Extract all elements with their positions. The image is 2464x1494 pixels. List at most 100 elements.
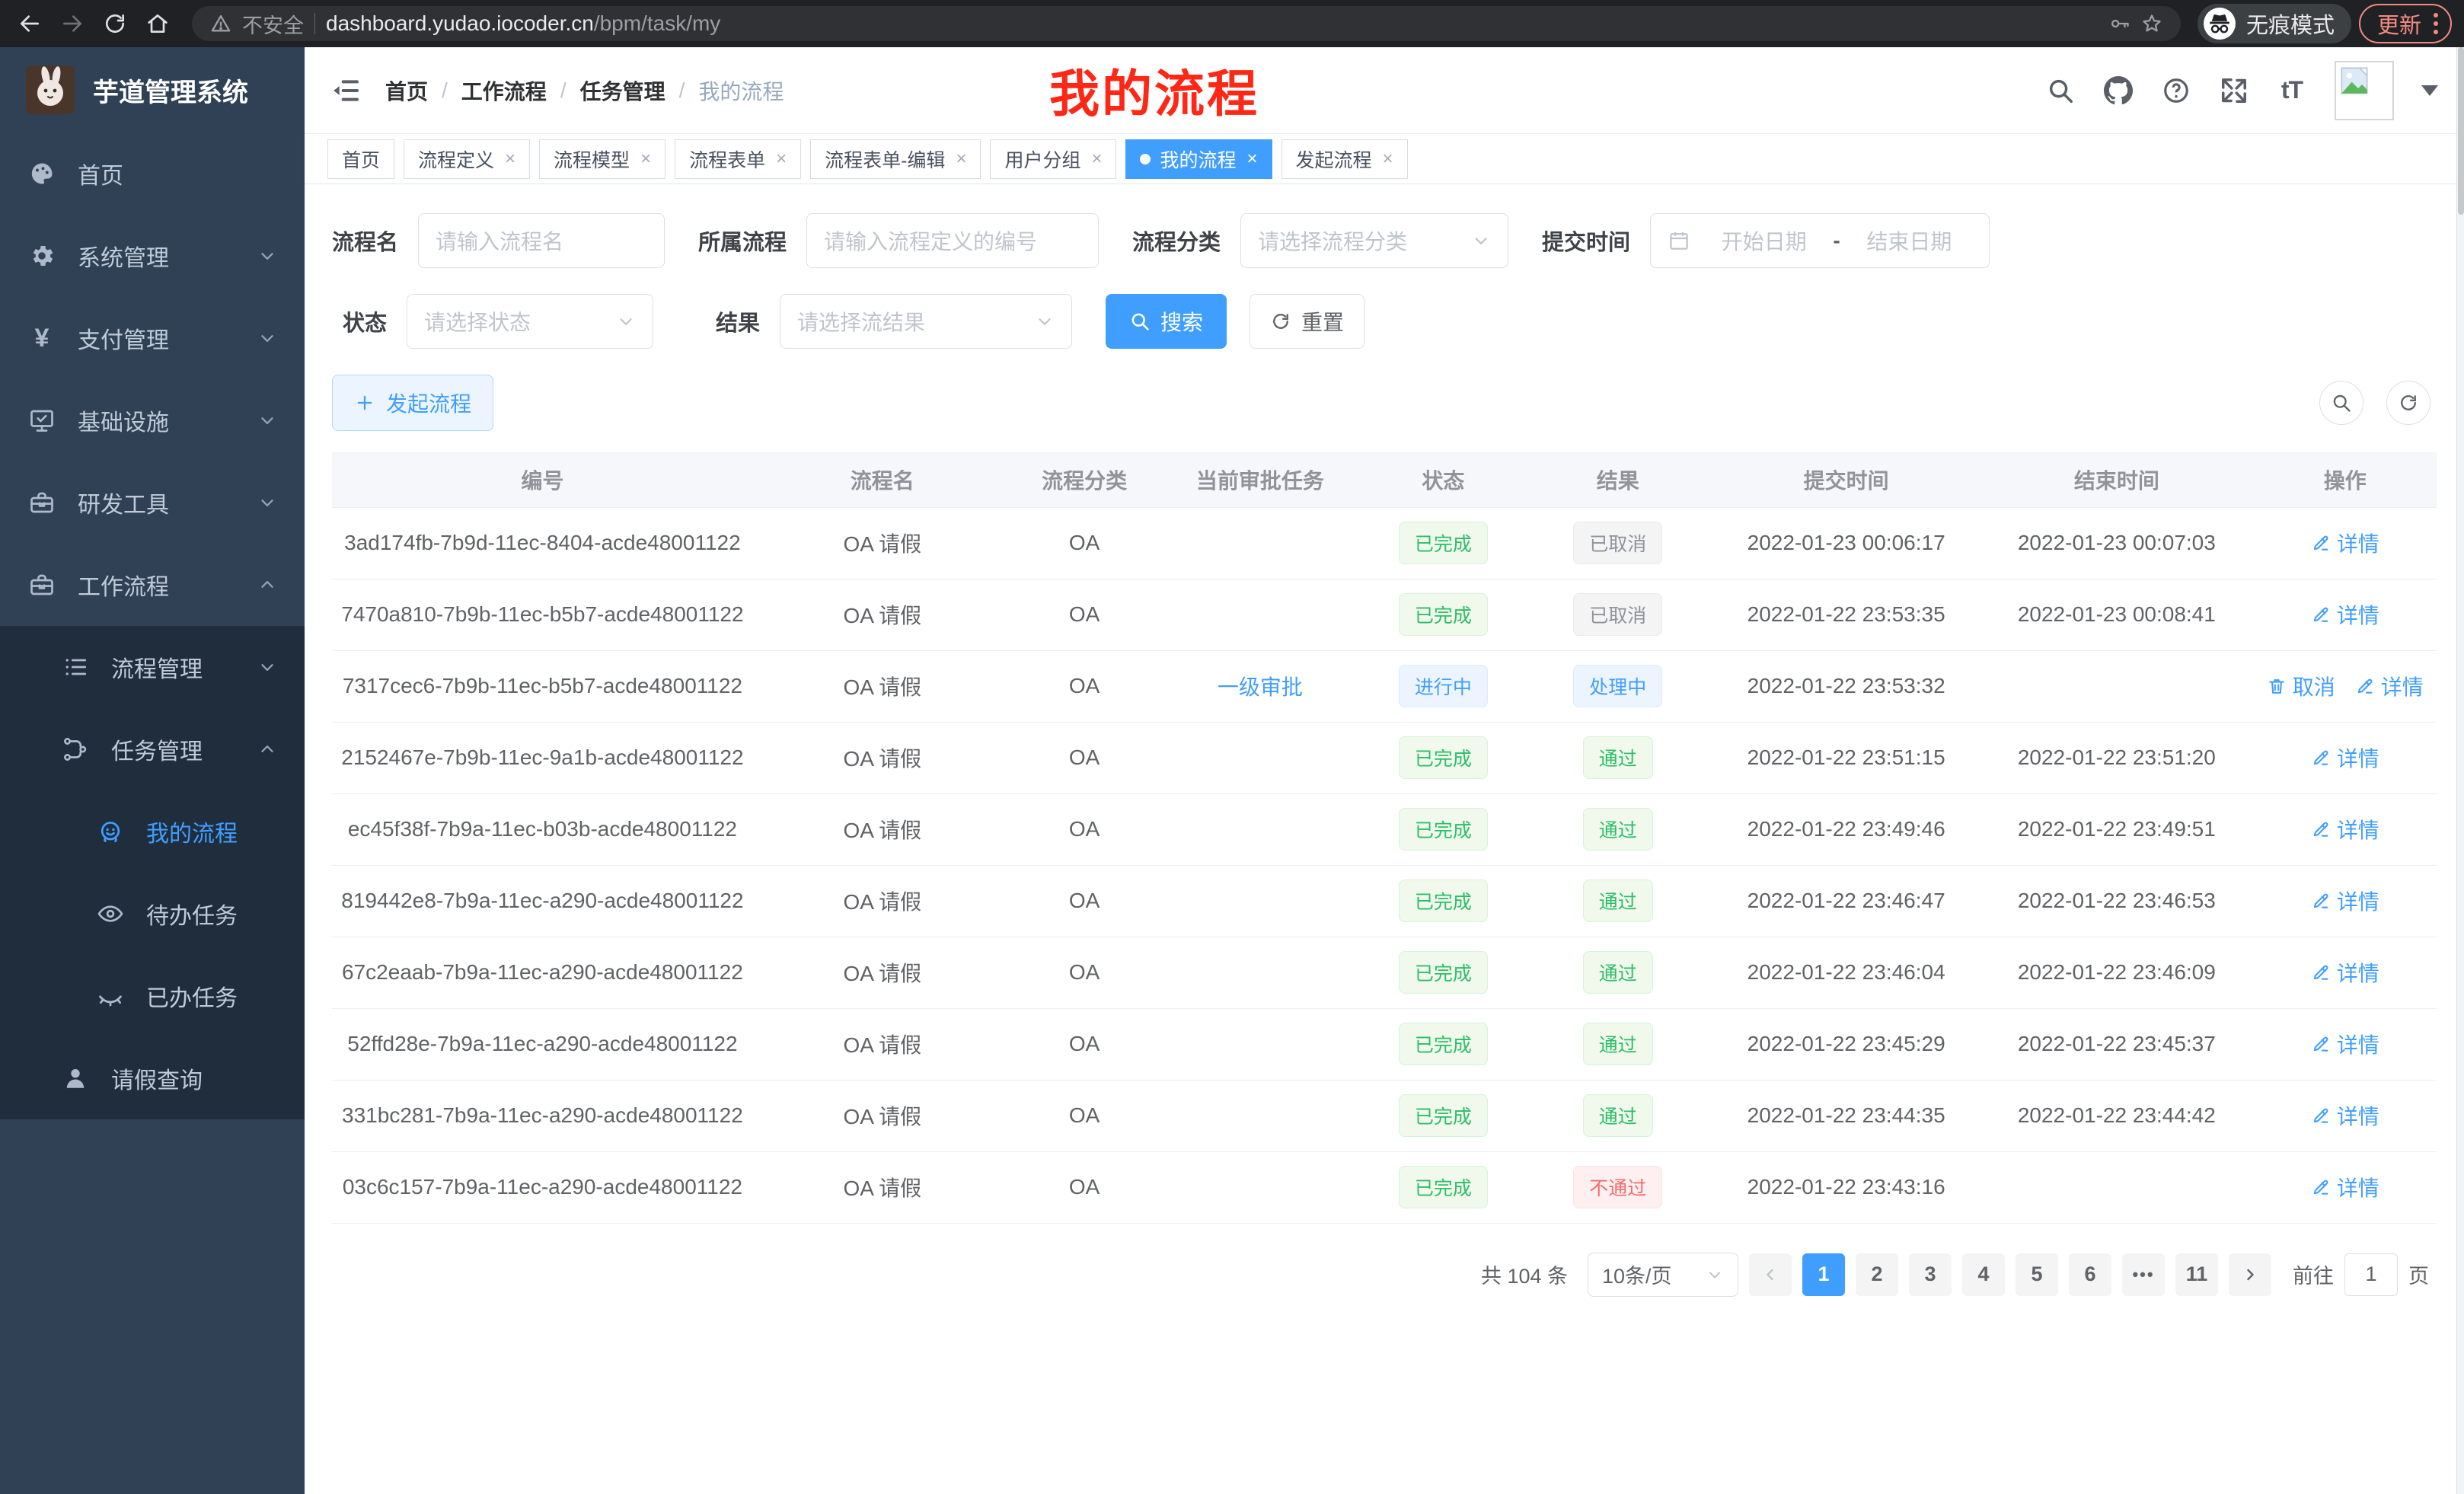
cell-task xyxy=(1157,865,1363,937)
page-button-1[interactable]: 1 xyxy=(1802,1253,1845,1296)
detail-link[interactable]: 详情 xyxy=(2311,599,2379,630)
fullscreen-icon[interactable] xyxy=(2219,75,2249,106)
sidebar-item-payment[interactable]: ¥支付管理 xyxy=(0,297,305,379)
sidebar-item-process-mgmt[interactable]: 流程管理 xyxy=(0,626,305,708)
tab-process-def[interactable]: 流程定义× xyxy=(404,139,530,179)
breadcrumb-item[interactable]: 首页 xyxy=(385,75,428,106)
refresh-table-button[interactable] xyxy=(2386,381,2430,425)
detail-link[interactable]: 详情 xyxy=(2311,1029,2379,1059)
process-definition-input[interactable]: 请输入流程定义的编号 xyxy=(806,213,1099,268)
sidebar-item-todo-tasks[interactable]: 待办任务 xyxy=(0,873,305,955)
detail-link[interactable]: 详情 xyxy=(2311,1100,2379,1131)
close-icon[interactable]: × xyxy=(1247,148,1258,170)
sidebar-item-done-tasks[interactable]: 已办任务 xyxy=(0,955,305,1037)
page-button-11[interactable]: 11 xyxy=(2175,1253,2218,1296)
browser-reload-icon[interactable] xyxy=(97,6,132,41)
sidebar-item-leave-query[interactable]: 请假查询 xyxy=(0,1037,305,1119)
sidebar-fold-icon[interactable] xyxy=(330,74,364,107)
cell-end-time: 2022-01-23 00:07:03 xyxy=(1980,507,2253,579)
browser-home-icon[interactable] xyxy=(140,6,175,41)
table-row: 7317cec6-7b9b-11ec-b5b7-acde48001122OA 请… xyxy=(332,650,2437,722)
page-ellipsis[interactable]: ••• xyxy=(2122,1253,2165,1296)
bookmark-star-icon[interactable] xyxy=(2141,13,2162,34)
detail-link[interactable]: 详情 xyxy=(2311,957,2379,988)
cell-category: OA xyxy=(1012,865,1157,937)
status-select[interactable]: 请选择状态 xyxy=(407,294,653,349)
browser-forward-icon[interactable] xyxy=(55,6,90,41)
page-button-3[interactable]: 3 xyxy=(1909,1253,1952,1296)
search-icon[interactable] xyxy=(2045,75,2076,106)
help-icon[interactable] xyxy=(2161,75,2191,106)
page-button-5[interactable]: 5 xyxy=(2016,1253,2058,1296)
cancel-link[interactable]: 取消 xyxy=(2267,671,2335,701)
font-size-icon[interactable]: tT xyxy=(2277,75,2307,106)
prev-page-button[interactable] xyxy=(1749,1253,1792,1296)
pagination-total: 共 104 条 xyxy=(1481,1259,1568,1289)
page-button-4[interactable]: 4 xyxy=(1962,1253,2005,1296)
browser-update-button[interactable]: 更新 xyxy=(2359,4,2452,43)
browser-menu-icon[interactable] xyxy=(2434,13,2438,34)
status-badge: 已完成 xyxy=(1399,1094,1488,1137)
next-page-button[interactable] xyxy=(2229,1253,2271,1296)
detail-link[interactable]: 详情 xyxy=(2311,814,2379,844)
task-link[interactable]: 一级审批 xyxy=(1218,671,1303,701)
start-process-button[interactable]: 发起流程 xyxy=(332,375,493,431)
page-button-2[interactable]: 2 xyxy=(1856,1253,1898,1296)
close-icon[interactable]: × xyxy=(956,148,966,170)
result-select[interactable]: 请选择流结果 xyxy=(780,294,1072,349)
tab-start-process[interactable]: 发起流程× xyxy=(1281,139,1408,179)
tab-process-form-edit[interactable]: 流程表单-编辑× xyxy=(810,139,981,179)
sidebar-item-infra[interactable]: 基础设施 xyxy=(0,379,305,461)
page-size-select[interactable]: 10条/页 xyxy=(1588,1253,1738,1297)
cell-category: OA xyxy=(1012,579,1157,650)
app-logo-row[interactable]: 芋道管理系统 xyxy=(0,47,305,132)
close-icon[interactable]: × xyxy=(776,148,787,170)
sidebar-item-devtools[interactable]: 研发工具 xyxy=(0,461,305,544)
github-icon[interactable] xyxy=(2103,75,2134,106)
detail-link[interactable]: 详情 xyxy=(2311,742,2379,773)
tab-home[interactable]: 首页 xyxy=(327,139,394,179)
close-icon[interactable]: × xyxy=(505,148,515,170)
detail-link[interactable]: 详情 xyxy=(2311,528,2379,558)
detail-link[interactable]: 详情 xyxy=(2311,886,2379,916)
tab-process-form[interactable]: 流程表单× xyxy=(675,139,801,179)
page-buttons: 123456 •••11 xyxy=(1802,1253,2218,1296)
browser-back-icon[interactable] xyxy=(12,6,47,41)
detail-link[interactable]: 详情 xyxy=(2311,1172,2379,1202)
show-search-button[interactable] xyxy=(2319,381,2363,425)
sidebar-item-task-mgmt[interactable]: 任务管理 xyxy=(0,708,305,790)
tab-user-group[interactable]: 用户分组× xyxy=(990,139,1116,179)
cell-id: 3ad174fb-7b9d-11ec-8404-acde48001122 xyxy=(332,507,753,579)
process-name-input[interactable]: 请输入流程名 xyxy=(418,213,665,268)
breadcrumb-item[interactable]: 工作流程 xyxy=(461,75,547,106)
avatar[interactable] xyxy=(2335,61,2394,120)
goto-page-input[interactable] xyxy=(2344,1253,2398,1296)
sidebar-item-workflow[interactable]: 工作流程 xyxy=(0,544,305,626)
cell-end-time xyxy=(1980,1151,2253,1223)
column-header: 当前审批任务 xyxy=(1157,452,1363,507)
sidebar-item-home[interactable]: 首页 xyxy=(0,132,305,215)
search-button[interactable]: 搜索 xyxy=(1106,294,1227,349)
cell-id: 2152467e-7b9b-11ec-9a1b-acde48001122 xyxy=(332,722,753,793)
process-category-select[interactable]: 请选择流程分类 xyxy=(1240,213,1508,268)
page-button-6[interactable]: 6 xyxy=(2069,1253,2111,1296)
filter-row-2: 状态 请选择状态 结果 请选择流结果 xyxy=(332,294,2437,349)
close-icon[interactable]: × xyxy=(1091,148,1102,170)
url-bar[interactable]: 不安全 dashboard.yudao.iocoder.cn/bpm/task/… xyxy=(192,6,2181,41)
detail-link[interactable]: 详情 xyxy=(2355,671,2424,701)
reset-button[interactable]: 重置 xyxy=(1250,294,1364,349)
sidebar-item-system[interactable]: 系统管理 xyxy=(0,215,305,297)
not-secure-warning-icon xyxy=(210,13,231,34)
close-icon[interactable]: × xyxy=(640,148,651,170)
breadcrumb-item[interactable]: 任务管理 xyxy=(580,75,665,106)
tab-my-process[interactable]: 我的流程× xyxy=(1125,139,1272,179)
tab-process-model[interactable]: 流程模型× xyxy=(539,139,665,179)
avatar-caret-icon[interactable] xyxy=(2421,85,2438,96)
user-icon xyxy=(59,1062,91,1094)
key-icon[interactable] xyxy=(2109,13,2130,34)
sidebar-item-my-process[interactable]: 我的流程 xyxy=(0,790,305,873)
status-badge: 已完成 xyxy=(1399,593,1488,636)
submit-time-range-picker[interactable]: 开始日期 - 结束日期 xyxy=(1650,213,1990,268)
scrollbar[interactable] xyxy=(2456,47,2464,1494)
close-icon[interactable]: × xyxy=(1383,148,1393,170)
